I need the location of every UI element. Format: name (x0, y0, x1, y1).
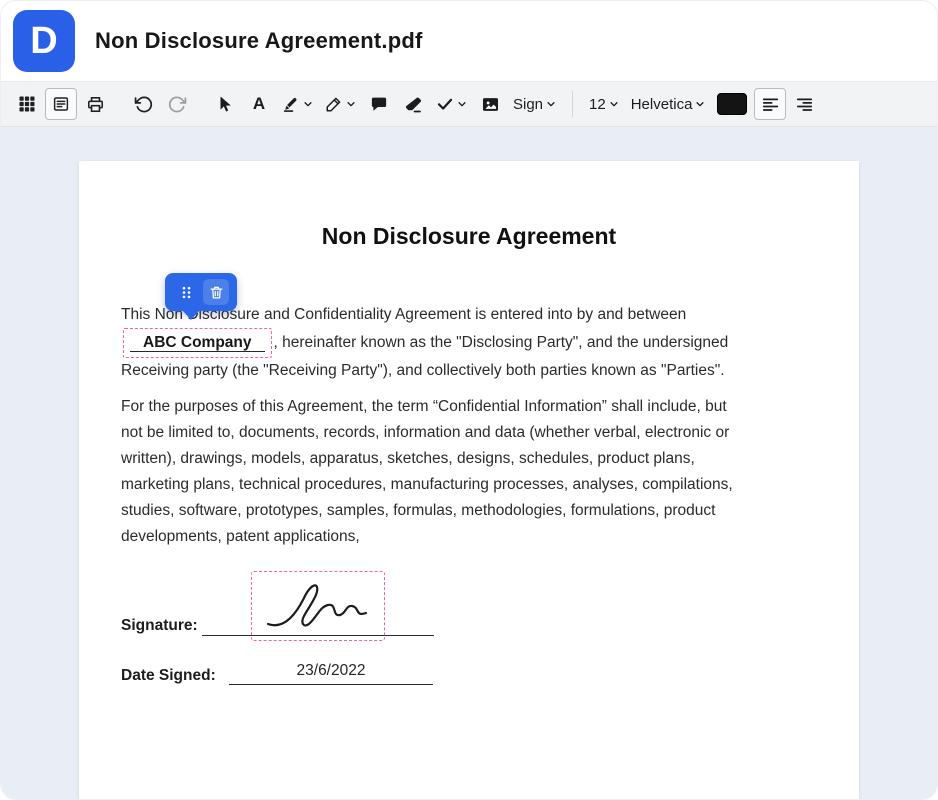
font-family-select[interactable]: Helvetica (626, 88, 711, 120)
toolbar: A Sign 12 (1, 81, 937, 127)
signature-field[interactable] (251, 571, 385, 641)
field-floating-toolbar (165, 273, 237, 311)
check-tool-button[interactable] (431, 88, 472, 120)
chevron-down-icon (695, 99, 705, 109)
document-filename: Non Disclosure Agreement.pdf (95, 28, 423, 54)
chevron-down-icon (346, 99, 356, 109)
chevron-down-icon (303, 99, 313, 109)
highlighter-icon (282, 95, 300, 113)
font-family-value: Helvetica (631, 96, 693, 113)
app-window: D Non Disclosure Agreement.pdf A (0, 0, 938, 800)
trash-icon (209, 285, 224, 300)
grid-view-button[interactable] (11, 88, 43, 120)
signature-scribble (252, 572, 386, 642)
grid-icon (18, 95, 36, 113)
toolbar-separator (572, 91, 573, 117)
align-right-button[interactable] (788, 88, 820, 120)
undo-icon (134, 95, 153, 114)
check-icon (436, 95, 454, 113)
comment-icon (370, 95, 388, 113)
highlighter-tool-button[interactable] (277, 88, 318, 120)
redo-button[interactable] (161, 88, 193, 120)
chevron-down-icon (457, 99, 467, 109)
chevron-down-icon (546, 99, 556, 109)
insert-image-button[interactable] (474, 88, 506, 120)
chevron-down-icon (609, 99, 619, 109)
image-icon (481, 95, 500, 114)
company-name-field-text: ABC Company (130, 334, 265, 352)
document-canvas: Non Disclosure Agreement This Non Disclo… (1, 127, 937, 799)
signature-label: Signature: (121, 617, 198, 635)
date-signed-label: Date Signed: (121, 667, 216, 685)
date-signed-field[interactable]: 23/6/2022 (229, 658, 433, 685)
color-swatch (717, 93, 747, 115)
app-logo[interactable]: D (13, 10, 75, 72)
app-logo-letter: D (30, 20, 57, 63)
pen-tool-button[interactable] (320, 88, 361, 120)
redo-icon (168, 95, 187, 114)
select-tool-button[interactable] (209, 88, 241, 120)
drag-handle[interactable] (173, 279, 199, 305)
print-button[interactable] (79, 88, 111, 120)
eraser-tool-button[interactable] (397, 88, 429, 120)
align-left-icon (761, 95, 780, 114)
align-left-button[interactable] (754, 88, 786, 120)
delete-field-button[interactable] (203, 279, 229, 305)
signature-section: Signature: Date Signed: 23/6/2022 (121, 566, 817, 726)
drag-handle-icon (179, 285, 194, 300)
eraser-icon (404, 95, 423, 114)
document-title: Non Disclosure Agreement (121, 223, 817, 250)
paragraph-1: This Non Disclosure and Confidentiality … (121, 302, 743, 384)
sign-button[interactable]: Sign (508, 88, 561, 120)
undo-button[interactable] (127, 88, 159, 120)
comment-tool-button[interactable] (363, 88, 395, 120)
font-size-value: 12 (589, 96, 606, 113)
align-right-icon (795, 95, 814, 114)
page-view-button[interactable] (45, 88, 77, 120)
header: D Non Disclosure Agreement.pdf (1, 1, 937, 81)
page-view-icon (52, 95, 70, 113)
cursor-icon (216, 95, 234, 113)
text-icon: A (253, 94, 265, 114)
tooltip-pointer (183, 311, 199, 320)
sign-button-label: Sign (513, 96, 543, 113)
font-size-select[interactable]: 12 (584, 88, 624, 120)
company-name-field[interactable]: ABC Company (123, 328, 272, 358)
text-tool-button[interactable]: A (243, 88, 275, 120)
color-picker-button[interactable] (712, 88, 752, 120)
print-icon (86, 95, 105, 114)
pen-icon (325, 95, 343, 113)
paragraph-2: For the purposes of this Agreement, the … (121, 394, 743, 550)
pdf-page: Non Disclosure Agreement This Non Disclo… (79, 161, 859, 799)
